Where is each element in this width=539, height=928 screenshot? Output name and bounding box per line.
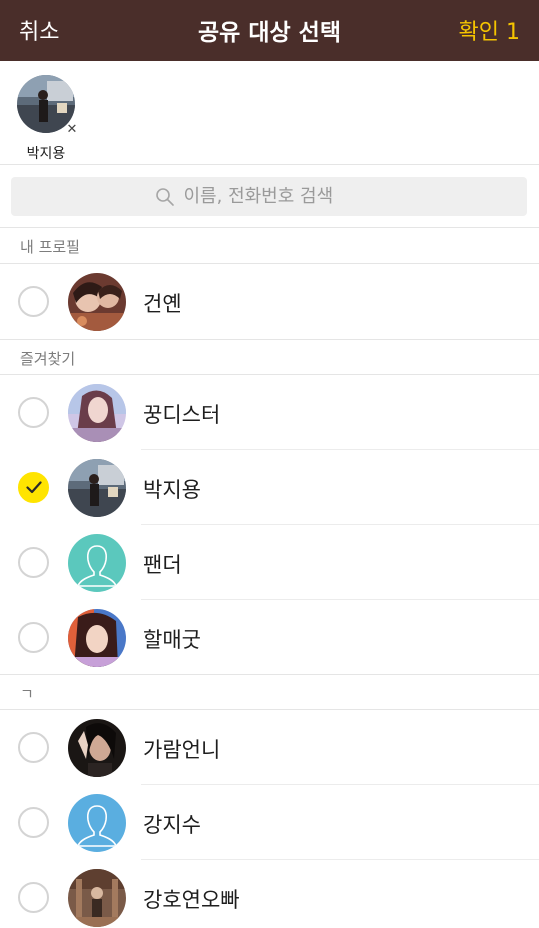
selected-recipient-name: 박지용: [26, 146, 66, 162]
search-area: [0, 165, 539, 228]
contact-row[interactable]: 박지용: [0, 450, 539, 525]
section-label: ㄱ: [20, 685, 34, 703]
section-header-favorites: 즐겨찾기: [0, 339, 539, 375]
section-label: 내 프로필: [20, 238, 80, 256]
section-label: 즐겨찾기: [20, 350, 76, 368]
select-checkbox[interactable]: [18, 732, 49, 763]
contact-row[interactable]: 가람언니: [0, 710, 539, 785]
select-checkbox[interactable]: [18, 397, 49, 428]
avatar: [68, 459, 126, 517]
default-avatar-icon: [68, 534, 126, 592]
section-header-my-profile: 내 프로필: [0, 228, 539, 264]
avatar: [68, 273, 126, 331]
select-checkbox[interactable]: [18, 622, 49, 653]
avatar: [68, 869, 126, 927]
contact-row[interactable]: 강호연오빠: [0, 860, 539, 928]
contact-name: 팬더: [143, 553, 182, 577]
select-checkbox[interactable]: [18, 807, 49, 838]
contact-row[interactable]: 할매굿: [0, 600, 539, 675]
top-bar: 취소 공유 대상 선택 확인 1: [0, 0, 539, 61]
contact-row[interactable]: 꿍디스터: [0, 375, 539, 450]
contact-name: 강지수: [143, 813, 201, 837]
contact-name: 꿍디스터: [143, 403, 221, 427]
search-field[interactable]: [11, 177, 527, 216]
section-header-giyeok: ㄱ: [0, 674, 539, 710]
contact-name: 박지용: [143, 478, 201, 502]
selected-recipient[interactable]: ✕ 박지용: [17, 75, 77, 162]
contact-name: 할매굿: [143, 628, 201, 652]
select-checkbox[interactable]: [18, 472, 49, 503]
select-checkbox[interactable]: [18, 547, 49, 578]
contact-name: 강호연오빠: [143, 888, 240, 912]
contact-row[interactable]: 팬더: [0, 525, 539, 600]
select-checkbox[interactable]: [18, 286, 49, 317]
confirm-button[interactable]: 확인 1: [459, 14, 520, 46]
contact-name: 가람언니: [143, 738, 221, 762]
selected-recipients: ✕ 박지용: [0, 61, 539, 165]
default-avatar-icon: [68, 794, 126, 852]
contact-row[interactable]: 강지수: [0, 785, 539, 860]
contact-row[interactable]: 건옌: [0, 264, 539, 339]
avatar: [68, 609, 126, 667]
search-icon: [155, 187, 174, 206]
search-input[interactable]: [183, 186, 384, 207]
close-icon[interactable]: ✕: [65, 123, 79, 137]
avatar: [68, 384, 126, 442]
check-icon: [26, 481, 42, 494]
avatar: [68, 719, 126, 777]
select-checkbox[interactable]: [18, 882, 49, 913]
contact-name: 건옌: [143, 292, 182, 316]
